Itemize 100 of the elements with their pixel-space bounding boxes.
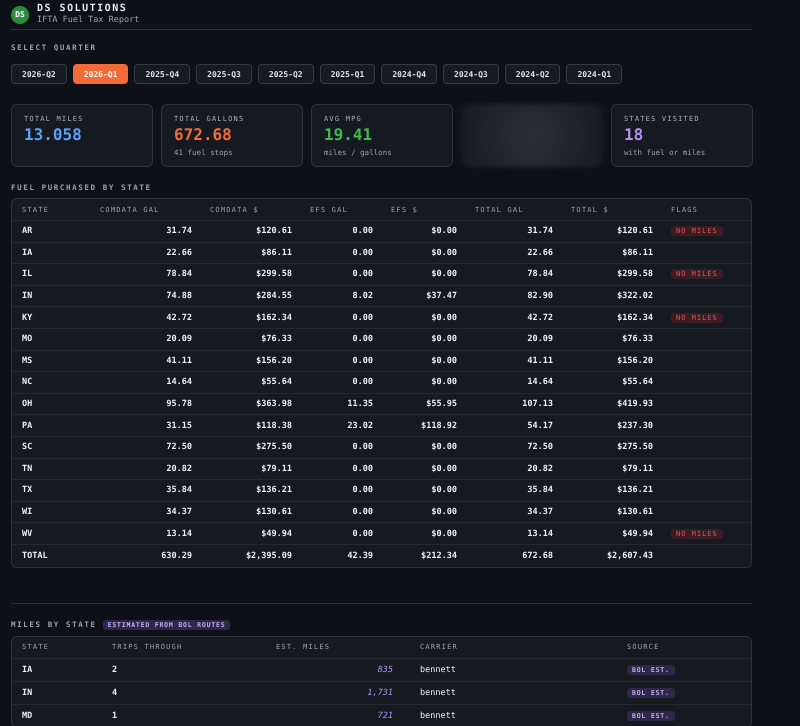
number-cell-text: 74.88 (165, 291, 192, 302)
number-cell-text: 0.00 (352, 507, 373, 518)
number-cell-text: $37.47 (425, 291, 457, 302)
report-subtitle: IFTA Fuel Tax Report (37, 15, 140, 26)
state-cell-text: KY (22, 312, 34, 323)
quarter-button[interactable]: 2024-Q1 (566, 64, 622, 84)
number-cell-text: $49.94 (260, 528, 292, 539)
number-cell-text: $284.55 (255, 291, 292, 302)
quarter-button[interactable]: 2024-Q4 (381, 64, 438, 84)
number-cell-text: $419.93 (616, 399, 653, 410)
stat-value: 13.058 (24, 125, 83, 145)
state-cell-text: TX (22, 485, 34, 496)
stat-value: 672.68 (174, 125, 233, 145)
number-cell-text: $0.00 (430, 312, 457, 323)
number-cell-text: $55.95 (425, 399, 457, 410)
number-cell-text: 22.66 (526, 248, 553, 258)
number-cell-text: $0.00 (430, 248, 457, 258)
number-cell-text: 8.02 (352, 291, 373, 302)
number-cell-text: $0.00 (430, 269, 457, 280)
state-cell-text: IN (22, 291, 34, 302)
number-cell-text: $120.61 (255, 226, 292, 236)
trips-cell-text: 1 (112, 710, 118, 721)
brand-name: DS SOLUTIONS (37, 3, 128, 15)
number-cell-text: 22.66 (165, 248, 192, 258)
number-cell-text: 31.74 (165, 226, 192, 236)
number-cell-text: $275.50 (255, 442, 292, 452)
carrier-cell-text: bennett (419, 664, 457, 675)
number-cell-text: 11.35 (346, 399, 373, 410)
number-cell-text: 31.74 (526, 226, 553, 236)
quarter-button[interactable]: 2025-Q3 (196, 64, 252, 84)
number-cell-text: 0.00 (352, 528, 373, 539)
number-cell-text: 35.84 (526, 485, 553, 496)
number-cell-text: $86.11 (260, 248, 292, 258)
number-cell-text: 72.50 (526, 442, 553, 452)
total-cell-text: 42.39 (346, 550, 373, 561)
number-cell-text: 54.17 (526, 420, 553, 431)
logo: DS (11, 6, 29, 24)
number-cell-text: $120.61 (616, 226, 653, 236)
number-cell-text: 13.14 (165, 528, 192, 539)
miles-cell-text: 835 (376, 664, 393, 675)
number-cell-text: $130.61 (616, 507, 653, 518)
number-cell-text: $299.58 (616, 269, 653, 280)
number-cell-text: 23.02 (346, 420, 373, 431)
quarter-button[interactable]: 2025-Q4 (134, 64, 190, 84)
total-cell-text: 672.68 (521, 550, 553, 561)
number-cell-text: 13.14 (526, 528, 553, 539)
total-cell-text: 630.29 (160, 550, 192, 561)
number-cell-text: $0.00 (430, 334, 457, 344)
number-cell-text: 107.13 (521, 399, 553, 410)
total-cell-text: $2,607.43 (606, 550, 653, 561)
number-cell-text: 34.37 (165, 507, 192, 518)
number-cell-text: 0.00 (352, 442, 373, 452)
number-cell-text: 35.84 (165, 485, 192, 496)
number-cell-text: 0.00 (352, 248, 373, 258)
state-cell-text: NC (22, 377, 34, 388)
number-cell-text: 0.00 (352, 464, 373, 474)
state-cell-text: IN (22, 688, 34, 698)
number-cell-text: 42.72 (165, 312, 192, 323)
quarter-button[interactable]: 2024-Q2 (504, 64, 560, 84)
number-cell-text: $0.00 (430, 442, 457, 452)
quarter-button[interactable]: 2026-Q2 (11, 64, 67, 84)
number-cell-text: 20.82 (526, 464, 553, 474)
number-cell-text: 20.09 (165, 334, 192, 344)
quarter-button[interactable]: 2024-Q3 (443, 64, 499, 84)
trips-cell-text: 4 (112, 688, 118, 698)
total-label: TOTAL (22, 550, 49, 561)
number-cell-text: 0.00 (352, 312, 373, 323)
state-cell-text: WV (22, 528, 34, 539)
carrier-cell-text: bennett (419, 710, 457, 721)
number-cell-text: $162.34 (616, 312, 653, 323)
number-cell-text: 82.90 (526, 291, 553, 302)
number-cell-text: 0.00 (352, 377, 373, 388)
number-cell-text: $0.00 (430, 377, 457, 388)
quarter-button[interactable]: 2025-Q2 (258, 64, 314, 84)
number-cell-text: 95.78 (165, 399, 192, 410)
quarter-button[interactable]: 2025-Q1 (320, 64, 376, 84)
number-cell-text: $363.98 (255, 399, 292, 410)
number-cell-text: $136.21 (255, 485, 292, 496)
number-cell-text: $79.11 (260, 464, 292, 474)
state-cell-text: MD (22, 710, 34, 721)
number-cell-text: 0.00 (352, 356, 373, 366)
number-cell-text: 41.11 (165, 356, 192, 366)
number-cell-text: 0.00 (352, 269, 373, 280)
number-cell-text: $237.30 (616, 420, 653, 431)
state-cell-text: PA (22, 420, 34, 431)
number-cell-text: $162.34 (255, 312, 292, 323)
number-cell-text: 0.00 (352, 485, 373, 496)
stat-value: 18 (624, 125, 644, 145)
state-cell-text: SC (22, 442, 34, 452)
state-cell-text: AR (22, 226, 34, 236)
number-cell-text: 41.11 (526, 356, 553, 366)
number-cell-text: 20.09 (526, 334, 553, 344)
number-cell-text: $55.64 (621, 377, 653, 388)
total-cell-text: $2,395.09 (244, 550, 292, 561)
number-cell-text: $136.21 (616, 485, 653, 496)
state-cell-text: IL (22, 269, 34, 280)
number-cell-text: 0.00 (352, 226, 373, 236)
state-cell-text: WI (22, 507, 34, 518)
miles-cell-text: 721 (376, 710, 393, 721)
number-cell-text: $76.33 (260, 334, 292, 344)
